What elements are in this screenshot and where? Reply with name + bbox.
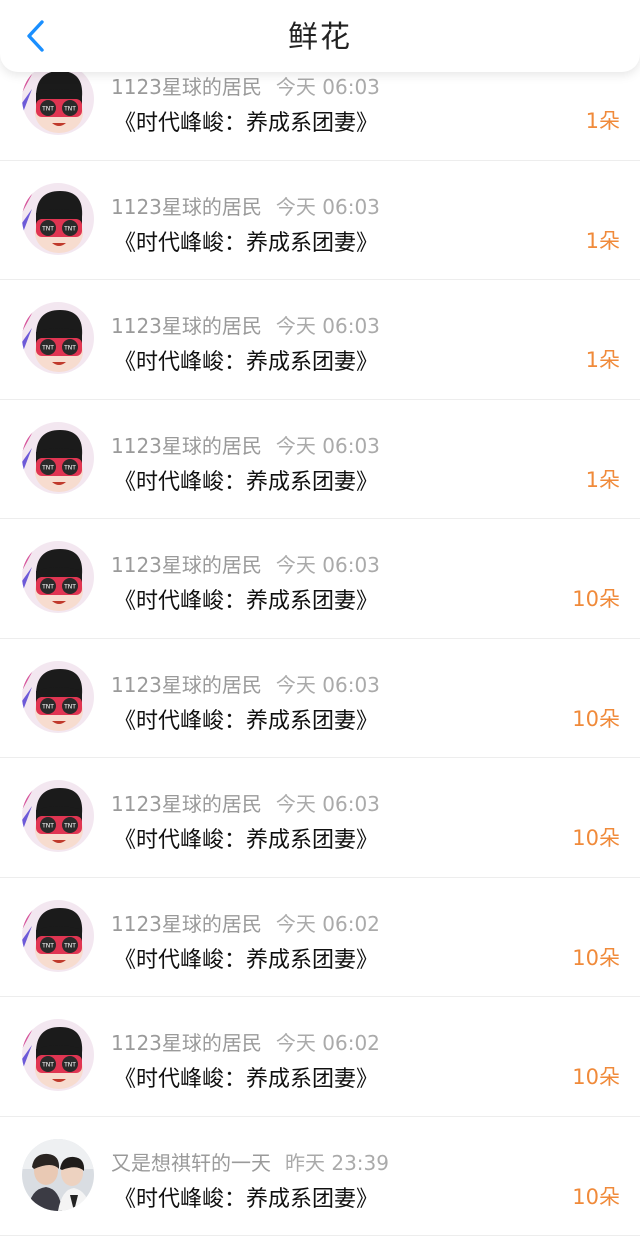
page-title: 鲜花 bbox=[288, 20, 352, 55]
cartoon-avatar[interactable]: TNT TNT bbox=[22, 899, 94, 972]
timestamp: 今天 06:02 bbox=[275, 911, 380, 936]
item-meta: 1123星球的居民 今天 06:02 bbox=[111, 1027, 380, 1056]
user-name[interactable]: 1123星球的居民 bbox=[111, 314, 262, 338]
photo-avatar[interactable] bbox=[22, 1138, 94, 1211]
user-name[interactable]: 又是想祺轩的一天 bbox=[111, 1151, 271, 1175]
cartoon-avatar[interactable]: TNT TNT bbox=[22, 421, 94, 494]
cartoon-avatar[interactable]: TNT TNT bbox=[22, 63, 94, 135]
book-title[interactable]: 《时代峰峻：养成系团妻》 bbox=[114, 105, 378, 137]
svg-text:TNT: TNT bbox=[41, 225, 54, 232]
timestamp: 今天 06:03 bbox=[275, 75, 380, 99]
flower-amount: 10朵 bbox=[572, 587, 620, 611]
svg-text:TNT: TNT bbox=[63, 703, 76, 710]
book-title[interactable]: 《时代峰峻：养成系团妻》 bbox=[114, 1181, 378, 1213]
flower-amount: 10朵 bbox=[572, 1065, 620, 1089]
timestamp: 今天 06:03 bbox=[275, 792, 380, 816]
user-name[interactable]: 1123星球的居民 bbox=[111, 673, 262, 697]
item-meta: 1123星球的居民 今天 06:03 bbox=[111, 310, 380, 339]
timestamp: 今天 06:03 bbox=[275, 314, 380, 338]
svg-text:TNT: TNT bbox=[41, 584, 54, 591]
user-name[interactable]: 1123星球的居民 bbox=[111, 434, 262, 458]
item-meta: 1123星球的居民 今天 06:03 bbox=[111, 669, 380, 698]
flower-record-list: TNT TNT 1123星球的居民 今天 06:03 《时代峰峻：养成系团妻》 1… bbox=[0, 41, 640, 1236]
cartoon-avatar[interactable]: TNT TNT bbox=[22, 660, 94, 733]
list-item[interactable]: TNT TNT 1123星球的居民 今天 06:02 《时代峰峻：养成系团妻》 1… bbox=[0, 878, 640, 997]
book-title[interactable]: 《时代峰峻：养成系团妻》 bbox=[114, 942, 378, 974]
svg-text:TNT: TNT bbox=[41, 1062, 54, 1069]
top-bar: 鲜花 bbox=[0, 0, 640, 72]
svg-text:TNT: TNT bbox=[41, 942, 54, 949]
flower-amount: 10朵 bbox=[572, 826, 620, 850]
flower-amount: 1朵 bbox=[585, 228, 620, 253]
book-title[interactable]: 《时代峰峻：养成系团妻》 bbox=[114, 703, 378, 735]
list-item[interactable]: TNT TNT 1123星球的居民 今天 06:03 《时代峰峻：养成系团妻》 1… bbox=[0, 161, 640, 280]
timestamp: 今天 06:03 bbox=[275, 433, 380, 458]
list-item[interactable]: TNT TNT 1123星球的居民 今天 06:03 《时代峰峻：养成系团妻》 1… bbox=[0, 639, 640, 758]
cartoon-avatar[interactable]: TNT TNT bbox=[22, 302, 94, 374]
book-title[interactable]: 《时代峰峻：养成系团妻》 bbox=[114, 464, 378, 496]
svg-text:TNT: TNT bbox=[41, 106, 54, 113]
book-title[interactable]: 《时代峰峻：养成系团妻》 bbox=[114, 344, 378, 376]
cartoon-avatar[interactable]: TNT TNT bbox=[22, 1019, 94, 1091]
item-meta: 1123星球的居民 今天 06:03 bbox=[111, 71, 380, 100]
cartoon-avatar[interactable]: TNT TNT bbox=[22, 541, 94, 613]
svg-text:TNT: TNT bbox=[41, 345, 54, 352]
user-name[interactable]: 1123星球的居民 bbox=[111, 195, 262, 219]
item-meta: 1123星球的居民 今天 06:02 bbox=[111, 908, 380, 937]
user-name[interactable]: 1123星球的居民 bbox=[111, 792, 262, 816]
flower-amount: 10朵 bbox=[572, 1184, 620, 1209]
svg-text:TNT: TNT bbox=[63, 345, 76, 352]
item-meta: 1123星球的居民 今天 06:03 bbox=[111, 788, 380, 817]
list-item[interactable]: TNT TNT 1123星球的居民 今天 06:02 《时代峰峻：养成系团妻》 1… bbox=[0, 997, 640, 1117]
flower-amount: 10朵 bbox=[572, 945, 620, 970]
svg-text:TNT: TNT bbox=[63, 1062, 76, 1069]
svg-text:TNT: TNT bbox=[41, 703, 54, 710]
item-meta: 1123星球的居民 今天 06:03 bbox=[111, 549, 380, 578]
timestamp: 今天 06:03 bbox=[275, 672, 380, 697]
list-item[interactable]: TNT TNT 1123星球的居民 今天 06:03 《时代峰峻：养成系团妻》 1… bbox=[0, 519, 640, 639]
item-meta: 1123星球的居民 今天 06:03 bbox=[111, 430, 380, 459]
timestamp: 今天 06:03 bbox=[275, 553, 380, 577]
list-item[interactable]: TNT TNT 1123星球的居民 今天 06:03 《时代峰峻：养成系团妻》 1… bbox=[0, 758, 640, 878]
flower-amount: 1朵 bbox=[585, 467, 620, 492]
flower-list-page: TNT TNT 1123星球的居民 今天 06:03 《时代峰峻：养成系团妻》 1… bbox=[0, 0, 640, 1238]
book-title[interactable]: 《时代峰峻：养成系团妻》 bbox=[114, 1061, 378, 1093]
list-item[interactable]: TNT TNT 1123星球的居民 今天 06:03 《时代峰峻：养成系团妻》 1… bbox=[0, 400, 640, 519]
flower-amount: 1朵 bbox=[585, 348, 620, 372]
svg-text:TNT: TNT bbox=[41, 464, 54, 471]
svg-text:TNT: TNT bbox=[63, 823, 76, 830]
user-name[interactable]: 1123星球的居民 bbox=[111, 912, 262, 936]
timestamp: 今天 06:02 bbox=[275, 1031, 380, 1055]
user-name[interactable]: 1123星球的居民 bbox=[111, 1031, 262, 1055]
cartoon-avatar[interactable]: TNT TNT bbox=[22, 780, 94, 852]
timestamp: 昨天 23:39 bbox=[285, 1150, 389, 1175]
cartoon-avatar[interactable]: TNT TNT bbox=[22, 182, 94, 255]
item-meta: 又是想祺轩的一天 昨天 23:39 bbox=[111, 1147, 389, 1176]
svg-text:TNT: TNT bbox=[63, 106, 76, 113]
item-meta: 1123星球的居民 今天 06:03 bbox=[111, 191, 380, 220]
svg-text:TNT: TNT bbox=[63, 464, 76, 471]
user-name[interactable]: 1123星球的居民 bbox=[111, 553, 262, 577]
svg-text:TNT: TNT bbox=[41, 823, 54, 830]
svg-text:TNT: TNT bbox=[63, 584, 76, 591]
book-title[interactable]: 《时代峰峻：养成系团妻》 bbox=[114, 822, 378, 854]
flower-amount: 1朵 bbox=[585, 109, 620, 133]
list-item[interactable]: 又是想祺轩的一天 昨天 23:39 《时代峰峻：养成系团妻》 10朵 bbox=[0, 1117, 640, 1236]
list-item[interactable]: TNT TNT 1123星球的居民 今天 06:03 《时代峰峻：养成系团妻》 1… bbox=[0, 280, 640, 400]
book-title[interactable]: 《时代峰峻：养成系团妻》 bbox=[114, 225, 378, 257]
svg-text:TNT: TNT bbox=[63, 225, 76, 232]
book-title[interactable]: 《时代峰峻：养成系团妻》 bbox=[114, 583, 378, 615]
flower-amount: 10朵 bbox=[572, 706, 620, 731]
svg-text:TNT: TNT bbox=[63, 942, 76, 949]
user-name[interactable]: 1123星球的居民 bbox=[111, 75, 262, 99]
timestamp: 今天 06:03 bbox=[275, 194, 380, 219]
